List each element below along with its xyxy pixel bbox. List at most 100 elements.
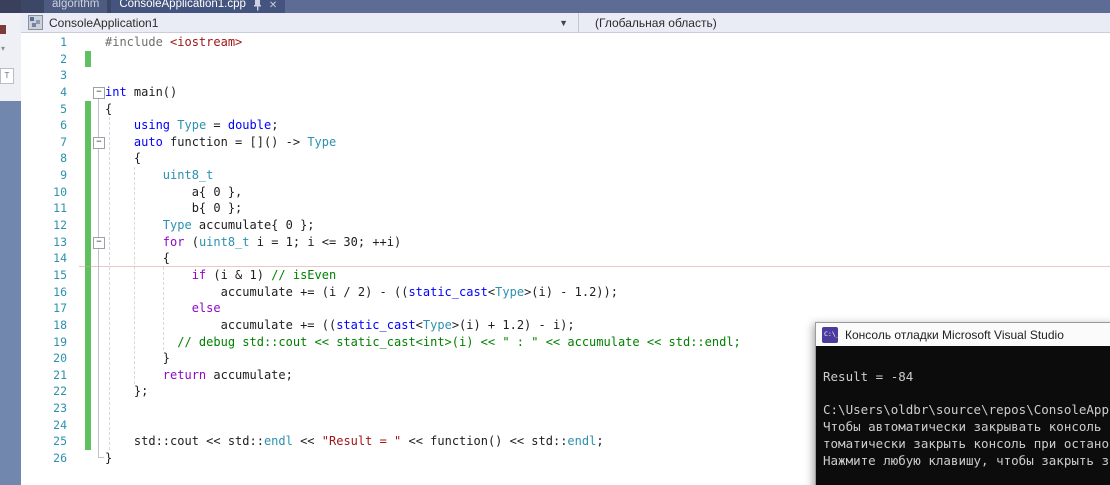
change-tracking-bar — [85, 200, 91, 218]
indent-guide — [109, 117, 110, 451]
change-tracking-bar — [85, 133, 91, 151]
line-number: 22 — [53, 384, 67, 399]
line-number: 10 — [53, 184, 67, 199]
code-line[interactable]: 15 if (i & 1) // isEven — [21, 266, 1110, 284]
fold-toggle-icon[interactable]: − — [93, 236, 105, 249]
code-text: for (uint8_t i = 1; i <= 30; ++i) — [162, 234, 402, 249]
tab-consoleapplication1-cpp[interactable]: ConsoleApplication1.cpp ✕ — [111, 0, 286, 13]
code-line[interactable]: 12 Type accumulate{ 0 }; — [21, 217, 1110, 234]
project-dropdown[interactable]: ConsoleApplication1 ▼ — [21, 13, 578, 32]
console-line: C:\Users\oldbr\source\repos\ConsoleApp — [823, 402, 1109, 418]
code-text: // debug std::cout << static_cast<int>(i… — [177, 334, 741, 349]
change-tracking-bar — [85, 167, 91, 184]
change-tracking-bar — [85, 366, 91, 384]
console-title: Консоль отладки Microsoft Visual Studio — [845, 327, 1064, 342]
tiny-arrow-glyph: ▾ — [1, 44, 6, 53]
change-tracking-bar — [85, 100, 91, 118]
background-window-edge: ▾ T — [0, 0, 21, 485]
line-number: 15 — [53, 267, 67, 282]
tab-bar-spacer — [21, 0, 44, 13]
code-line[interactable]: 10 a{ 0 }, — [21, 183, 1110, 201]
tab-label: algorithm — [52, 0, 100, 10]
code-text: } — [105, 351, 171, 366]
change-tracking-bar — [85, 300, 91, 317]
code-line[interactable]: 16 accumulate += (i / 2) - ((static_cast… — [21, 283, 1110, 301]
code-line[interactable]: 9 uint8_t — [21, 167, 1110, 184]
background-window-edge-top — [0, 0, 21, 13]
code-text: { — [105, 101, 113, 116]
code-line[interactable]: 8 { — [21, 150, 1110, 168]
line-number: 1 — [60, 35, 67, 49]
fold-toggle-icon[interactable]: − — [93, 136, 105, 149]
code-line[interactable]: 5{ — [21, 100, 1110, 118]
code-text: { — [105, 151, 142, 166]
change-tracking-bar — [85, 250, 91, 267]
tab-bar-fill — [285, 0, 1110, 13]
console-line: томатически закрыть консоль при остано — [823, 435, 1109, 451]
code-line[interactable]: 6 using Type = double; — [21, 117, 1110, 134]
line-number: 25 — [53, 434, 67, 449]
background-window-red-mark — [0, 25, 6, 34]
code-text: b{ 0 }; — [105, 201, 243, 216]
fold-toggle-icon[interactable]: − — [93, 86, 105, 99]
scope-dropdown-value: (Глобальная область) — [595, 15, 717, 30]
change-tracking-bar — [85, 266, 91, 284]
code-line[interactable]: 17 else — [21, 300, 1110, 317]
console-title-bar[interactable]: C:\_ Консоль отладки Microsoft Visual St… — [816, 323, 1110, 346]
navigation-bar: ConsoleApplication1 ▼ (Глобальная област… — [21, 13, 1110, 33]
code-text: Type accumulate{ 0 }; — [162, 218, 315, 233]
line-number: 14 — [53, 251, 67, 266]
code-line[interactable]: 14 { — [21, 250, 1110, 267]
console-line: Чтобы автоматически закрывать консоль — [823, 419, 1109, 435]
code-line[interactable]: 7 − auto function = []() -> Type — [21, 133, 1110, 151]
change-tracking-bar — [85, 117, 91, 134]
debug-console-window: C:\_ Консоль отладки Microsoft Visual St… — [815, 322, 1110, 485]
line-number: 5 — [60, 101, 67, 116]
console-app-icon: C:\_ — [822, 326, 840, 343]
change-tracking-bar — [85, 333, 91, 351]
code-text: a{ 0 }, — [105, 184, 243, 199]
line-number: 2 — [60, 51, 67, 66]
chevron-down-icon[interactable]: ▼ — [559, 18, 568, 28]
change-tracking-bar — [85, 433, 91, 451]
code-text: int main() — [105, 84, 178, 99]
code-line[interactable]: 2 — [21, 50, 1110, 68]
line-number: 4 — [60, 84, 67, 99]
code-text: accumulate += (i / 2) - ((static_cast<Ty… — [105, 284, 618, 299]
line-number: 11 — [53, 201, 67, 216]
change-tracking-bar — [85, 350, 91, 367]
line-number: 19 — [53, 334, 67, 349]
tab-label: ConsoleApplication1.cpp — [119, 0, 246, 10]
tab-bar: algorithm ConsoleApplication1.cpp ✕ — [21, 0, 1110, 13]
change-tracking-bar — [85, 316, 91, 334]
console-output[interactable]: Result = -84 C:\Users\oldbr\source\repos… — [816, 346, 1110, 485]
code-line[interactable]: 1 #include <iostream> — [21, 34, 1110, 51]
change-tracking-bar — [85, 383, 91, 401]
change-tracking-bar — [85, 183, 91, 201]
outline-corner — [98, 457, 104, 459]
change-separator-line — [79, 266, 1110, 268]
line-number: 23 — [53, 401, 67, 416]
pin-icon[interactable] — [253, 0, 262, 11]
code-text: using Type = double; — [133, 118, 279, 133]
line-number: 20 — [53, 351, 67, 366]
line-number: 17 — [53, 301, 67, 316]
code-text: if (i & 1) // isEven — [191, 267, 337, 282]
close-icon[interactable]: ✕ — [269, 0, 277, 12]
code-line[interactable]: 4 − int main() — [21, 84, 1110, 101]
code-text: auto function = []() -> Type — [133, 134, 337, 149]
code-line[interactable]: 11 b{ 0 }; — [21, 200, 1110, 218]
change-tracking-bar — [85, 50, 91, 68]
code-line[interactable]: 3 — [21, 67, 1110, 84]
scope-dropdown[interactable]: (Глобальная область) — [579, 13, 1110, 32]
line-number: 13 — [53, 234, 67, 249]
code-text: accumulate += ((static_cast<Type>(i) + 1… — [105, 317, 575, 332]
tiny-box-glyph: T — [0, 68, 14, 84]
tab-algorithm[interactable]: algorithm — [44, 0, 108, 13]
line-number: 24 — [53, 417, 67, 432]
line-number: 9 — [60, 168, 67, 183]
code-text: { — [105, 251, 171, 266]
code-line[interactable]: 13 − for (uint8_t i = 1; i <= 30; ++i) — [21, 233, 1110, 251]
line-number: 18 — [53, 317, 67, 332]
